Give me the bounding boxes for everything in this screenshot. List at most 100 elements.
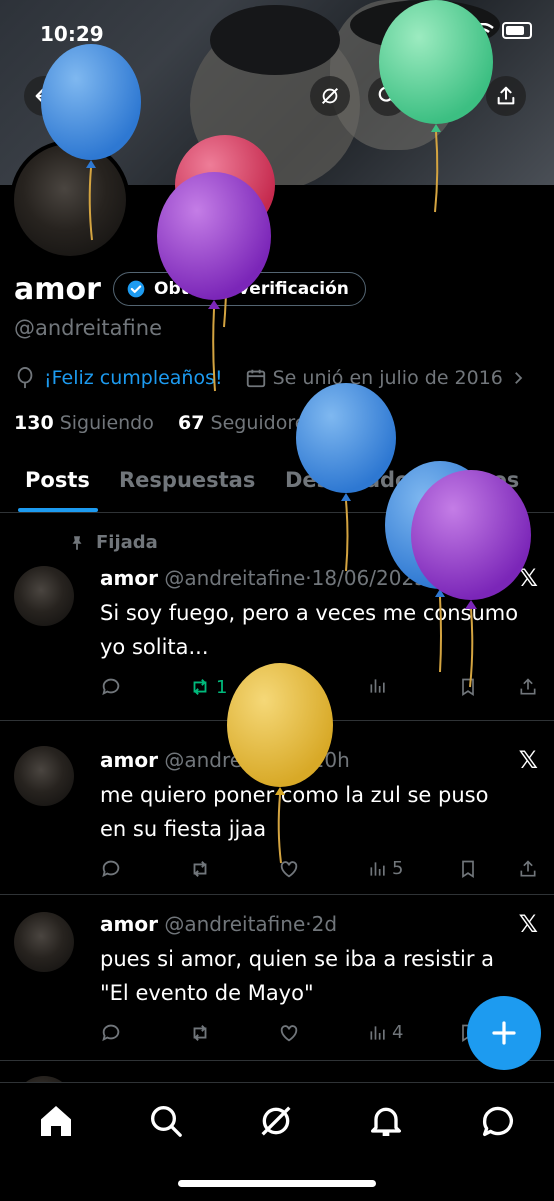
wifi-icon bbox=[472, 22, 494, 38]
share-icon bbox=[497, 86, 515, 105]
following-link[interactable]: 130 Siguiendo bbox=[14, 412, 154, 434]
pencil-icon bbox=[437, 87, 455, 105]
post-text: me quiero poner como la zul se puso en s… bbox=[100, 783, 489, 841]
profile-meta: ¡Feliz cumpleaños! Se unió en julio de 2… bbox=[14, 366, 527, 390]
post-author[interactable]: amor bbox=[100, 912, 158, 936]
home-icon bbox=[41, 1106, 71, 1136]
x-logo-icon: 𝕏 bbox=[518, 746, 538, 774]
back-button[interactable] bbox=[24, 76, 64, 116]
reply-button[interactable] bbox=[100, 858, 122, 880]
battery-icon bbox=[502, 22, 532, 39]
share-icon bbox=[520, 678, 536, 695]
tab-videos[interactable]: Videos bbox=[440, 468, 519, 492]
grok-icon bbox=[261, 1106, 291, 1136]
views-icon bbox=[370, 679, 385, 693]
followers-label: Seguidores bbox=[210, 412, 317, 434]
post-author[interactable]: amor bbox=[100, 566, 158, 590]
post-text: Si soy fuego, pero a veces me consumo yo… bbox=[100, 601, 519, 659]
post-handle: @andreitafine bbox=[164, 912, 306, 936]
repost-button[interactable] bbox=[188, 1022, 212, 1044]
repost-count: 1 bbox=[216, 676, 228, 698]
post-author[interactable]: amor bbox=[100, 748, 158, 772]
profile-avatar[interactable] bbox=[10, 140, 130, 260]
status-time: 10:29 bbox=[40, 22, 104, 46]
share-post-button[interactable] bbox=[518, 858, 538, 880]
reply-button[interactable] bbox=[100, 676, 122, 698]
calendar-icon bbox=[246, 369, 265, 388]
like-button[interactable] bbox=[278, 1022, 300, 1044]
post-text: pues si amor, quien se iba a resistir a … bbox=[100, 947, 495, 1005]
status-icons bbox=[442, 22, 532, 39]
post-avatar[interactable] bbox=[14, 912, 74, 972]
nav-search[interactable] bbox=[146, 1101, 186, 1141]
post-time: 2d bbox=[311, 912, 338, 936]
views-button[interactable]: 5 bbox=[368, 858, 403, 879]
post-header: amor @andreitafine·20h bbox=[100, 748, 350, 772]
post-time: 18/06/2023 bbox=[311, 566, 427, 590]
views-count: 5 bbox=[392, 858, 404, 879]
nav-grok[interactable] bbox=[256, 1101, 296, 1141]
heart-icon bbox=[280, 679, 298, 696]
x-logo-icon: 𝕏 bbox=[518, 564, 538, 592]
nav-notifications[interactable] bbox=[366, 1101, 406, 1141]
post-item-partial[interactable] bbox=[0, 1060, 554, 1136]
views-count: 4 bbox=[392, 1022, 404, 1043]
reply-button[interactable] bbox=[100, 1022, 122, 1044]
edit-button[interactable] bbox=[426, 76, 466, 116]
post-handle: @andreitafine bbox=[164, 566, 306, 590]
profile-name: amor bbox=[14, 272, 101, 307]
like-button[interactable]: 1 bbox=[278, 676, 315, 698]
heart-icon bbox=[280, 861, 298, 878]
nav-home[interactable] bbox=[36, 1101, 76, 1141]
heart-icon bbox=[280, 1025, 298, 1042]
views-icon bbox=[370, 861, 385, 876]
following-label: Siguiendo bbox=[59, 412, 154, 434]
like-count: 1 bbox=[304, 676, 316, 698]
share-button[interactable] bbox=[486, 76, 526, 116]
tab-replies[interactable]: Respuestas bbox=[119, 468, 255, 492]
compose-button[interactable] bbox=[467, 996, 541, 1070]
tab-posts[interactable]: Posts bbox=[25, 468, 90, 492]
home-indicator bbox=[178, 1180, 376, 1187]
reply-icon bbox=[102, 1024, 120, 1042]
profile-handle: @andreitafine bbox=[14, 316, 162, 340]
bookmark-icon bbox=[462, 678, 474, 697]
balloon-icon bbox=[17, 367, 33, 389]
post-avatar[interactable] bbox=[14, 566, 74, 626]
search-icon bbox=[378, 86, 398, 106]
share-post-button[interactable] bbox=[518, 676, 538, 698]
reply-icon bbox=[102, 860, 120, 878]
post-handle: @andreitafine bbox=[164, 748, 306, 772]
followers-link[interactable]: 67 Seguidores bbox=[178, 412, 316, 434]
search-profile-button[interactable] bbox=[368, 76, 408, 116]
profile-tabs: Posts Respuestas Destacados Videos bbox=[0, 456, 554, 513]
tab-highlights[interactable]: Destacados bbox=[285, 468, 422, 492]
verified-badge-icon bbox=[127, 280, 145, 298]
message-icon bbox=[482, 1106, 513, 1136]
like-button[interactable] bbox=[278, 858, 300, 880]
repost-button[interactable] bbox=[188, 858, 212, 880]
repost-icon bbox=[193, 1025, 207, 1041]
signal-icon bbox=[442, 23, 464, 38]
post-time: 20h bbox=[311, 748, 350, 772]
bookmark-button[interactable] bbox=[458, 676, 478, 698]
grok-button[interactable] bbox=[310, 76, 350, 116]
nav-messages[interactable] bbox=[478, 1101, 518, 1141]
post-item[interactable]: amor @andreitafine·18/06/2023 𝕏 Si soy f… bbox=[0, 512, 554, 721]
bookmark-button[interactable] bbox=[458, 858, 478, 880]
search-icon bbox=[151, 1106, 182, 1137]
following-count: 130 bbox=[14, 412, 54, 434]
share-icon bbox=[520, 860, 536, 877]
repost-button[interactable]: 1 bbox=[188, 676, 227, 698]
repost-icon bbox=[193, 861, 207, 877]
views-button[interactable]: 4 bbox=[368, 1022, 403, 1043]
get-verified-label: Obtener verificación bbox=[154, 279, 349, 299]
repost-icon bbox=[193, 679, 207, 695]
birthday-link[interactable]: ¡Feliz cumpleaños! bbox=[44, 367, 223, 389]
x-logo-icon: 𝕏 bbox=[518, 910, 538, 938]
get-verified-button[interactable]: Obtener verificación bbox=[113, 272, 366, 306]
post-avatar[interactable] bbox=[14, 746, 74, 806]
views-button[interactable] bbox=[368, 676, 388, 696]
post-item[interactable]: amor @andreitafine·20h 𝕏 me quiero poner… bbox=[0, 720, 554, 895]
chevron-right-icon[interactable] bbox=[509, 369, 527, 387]
